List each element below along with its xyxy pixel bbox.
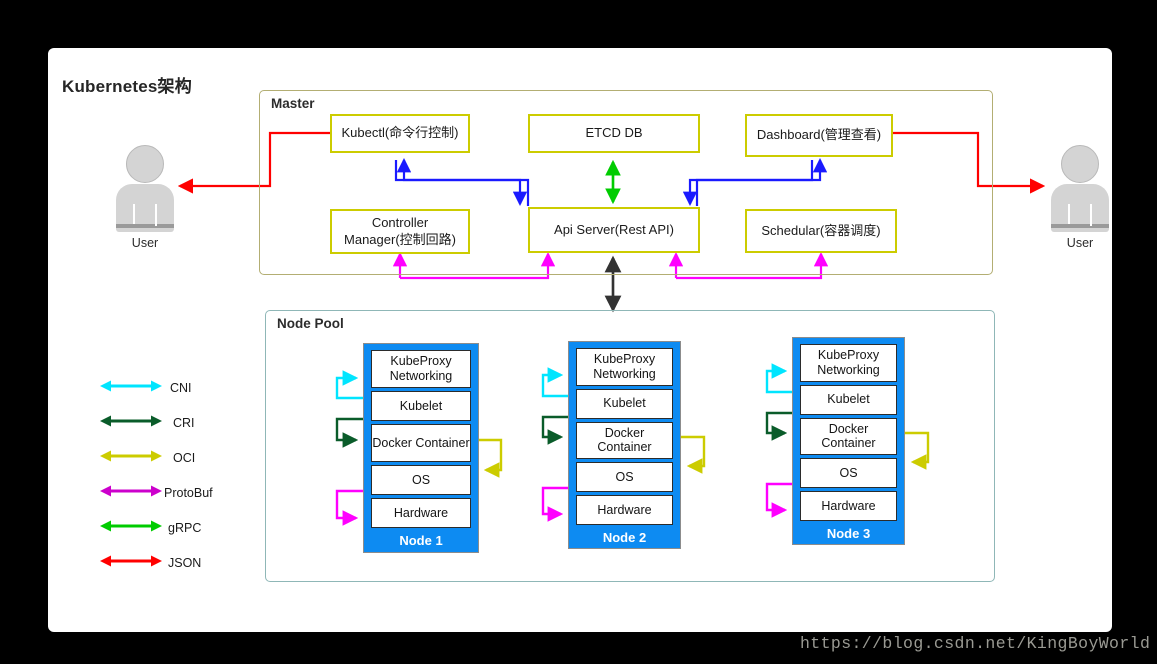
user-body-icon bbox=[1051, 184, 1109, 232]
node-3-layer-kubeproxy-label: KubeProxy Networking bbox=[817, 348, 880, 377]
node-3-layer-kubeproxy[interactable]: KubeProxy Networking bbox=[800, 344, 897, 382]
node-1-layer-os-label: OS bbox=[411, 472, 431, 487]
node-2-layer-kubeproxy-label: KubeProxy Networking bbox=[593, 352, 656, 381]
node-2-layer-kubelet[interactable]: Kubelet bbox=[576, 388, 673, 419]
legend: CNI CRI OCI ProtoBuf gRPC JSON bbox=[100, 378, 250, 588]
user-body-icon bbox=[116, 184, 174, 232]
node-1-layer-kubeproxy[interactable]: KubeProxy Networking bbox=[371, 350, 471, 388]
legend-arrow-json bbox=[100, 555, 162, 567]
legend-item-grpc: gRPC bbox=[100, 518, 250, 553]
node-3-layer-kubelet[interactable]: Kubelet bbox=[800, 384, 897, 415]
master-box-api-server[interactable]: Api Server(Rest API) bbox=[528, 207, 700, 253]
node-pool-group-label: Node Pool bbox=[277, 316, 344, 331]
node-1-name: Node 1 bbox=[399, 533, 443, 548]
node-2-layer-docker-label: Docker Container bbox=[597, 425, 652, 455]
user-right: User bbox=[1048, 145, 1112, 250]
node-2-layer-docker[interactable]: Docker Container bbox=[576, 421, 673, 460]
master-box-dashboard-label: Dashboard(管理查看) bbox=[756, 127, 882, 143]
node-3-layer-hardware[interactable]: Hardware bbox=[800, 491, 897, 522]
master-box-kubectl[interactable]: Kubectl(命令行控制) bbox=[330, 114, 470, 153]
legend-label-cni: CNI bbox=[170, 381, 192, 395]
master-box-schedular[interactable]: Schedular(容器调度) bbox=[745, 209, 897, 253]
node-3-layer-docker[interactable]: Docker Container bbox=[800, 417, 897, 456]
master-box-controller-manager[interactable]: Controller Manager(控制回路) bbox=[330, 209, 470, 254]
node-1-layer-docker[interactable]: Docker Container bbox=[371, 424, 471, 462]
legend-arrow-cri bbox=[100, 415, 162, 427]
legend-item-cni: CNI bbox=[100, 378, 250, 413]
user-left-label: User bbox=[131, 236, 159, 250]
node-2-layer-kubeproxy[interactable]: KubeProxy Networking bbox=[576, 348, 673, 386]
legend-arrow-grpc bbox=[100, 520, 162, 532]
node-3-name: Node 3 bbox=[826, 526, 871, 542]
legend-item-json: JSON bbox=[100, 553, 250, 588]
node-2-name: Node 2 bbox=[602, 530, 647, 546]
user-head-icon bbox=[126, 145, 164, 183]
node-1-layer-docker-label: Docker Container bbox=[372, 435, 470, 450]
master-box-api-server-label: Api Server(Rest API) bbox=[554, 221, 674, 237]
node-3[interactable]: KubeProxy Networking Kubelet Docker Cont… bbox=[792, 337, 905, 545]
legend-arrow-oci bbox=[100, 450, 162, 462]
user-head-icon bbox=[1061, 145, 1099, 183]
legend-item-oci: OCI bbox=[100, 448, 250, 483]
master-box-dashboard[interactable]: Dashboard(管理查看) bbox=[745, 114, 893, 157]
legend-label-json: JSON bbox=[168, 556, 202, 570]
node-1-layer-os[interactable]: OS bbox=[371, 465, 471, 495]
master-box-etcd-label: ETCD DB bbox=[585, 125, 643, 141]
user-right-label: User bbox=[1066, 236, 1094, 250]
master-box-controller-manager-label: Controller Manager(控制回路) bbox=[344, 215, 456, 247]
legend-item-cri: CRI bbox=[100, 413, 250, 448]
master-box-kubectl-label: Kubectl(命令行控制) bbox=[341, 125, 459, 141]
node-1[interactable]: KubeProxy Networking Kubelet Docker Cont… bbox=[363, 343, 479, 553]
legend-item-protobuf: ProtoBuf bbox=[100, 483, 250, 518]
page-title: Kubernetes架构 bbox=[62, 77, 192, 96]
node-3-layer-hardware-label: Hardware bbox=[821, 498, 876, 513]
node-1-layer-hardware[interactable]: Hardware bbox=[371, 498, 471, 528]
legend-arrow-protobuf bbox=[100, 485, 162, 497]
node-1-layer-kubeproxy-label: KubeProxy Networking bbox=[389, 354, 453, 383]
watermark: https://blog.csdn.net/KingBoyWorld bbox=[800, 634, 1151, 653]
node-2-layer-kubelet-label: Kubelet bbox=[603, 396, 646, 411]
user-belt bbox=[1051, 224, 1109, 228]
node-3-layer-os-label: OS bbox=[839, 465, 858, 480]
master-box-etcd[interactable]: ETCD DB bbox=[528, 114, 700, 153]
user-belt bbox=[116, 224, 174, 228]
node-2[interactable]: KubeProxy Networking Kubelet Docker Cont… bbox=[568, 341, 681, 549]
node-1-layer-hardware-label: Hardware bbox=[393, 505, 449, 520]
node-1-layer-kubelet[interactable]: Kubelet bbox=[371, 391, 471, 421]
legend-label-protobuf: ProtoBuf bbox=[164, 486, 213, 500]
legend-label-grpc: gRPC bbox=[168, 521, 202, 535]
node-2-layer-os[interactable]: OS bbox=[576, 462, 673, 493]
diagram-canvas: Kubernetes架构 User User Master Kubectl(命令… bbox=[0, 0, 1157, 664]
node-2-layer-hardware[interactable]: Hardware bbox=[576, 495, 673, 526]
legend-label-oci: OCI bbox=[173, 451, 196, 465]
node-2-layer-hardware-label: Hardware bbox=[597, 502, 652, 517]
node-3-layer-os[interactable]: OS bbox=[800, 458, 897, 489]
node-2-layer-os-label: OS bbox=[615, 469, 634, 484]
node-3-layer-docker-label: Docker Container bbox=[821, 421, 876, 451]
master-group-label: Master bbox=[271, 96, 315, 111]
master-box-schedular-label: Schedular(容器调度) bbox=[761, 222, 881, 238]
node-1-layer-kubelet-label: Kubelet bbox=[399, 398, 443, 413]
legend-label-cri: CRI bbox=[173, 416, 195, 430]
user-left: User bbox=[113, 145, 177, 250]
legend-arrow-cni bbox=[100, 380, 162, 392]
node-3-layer-kubelet-label: Kubelet bbox=[827, 392, 870, 407]
